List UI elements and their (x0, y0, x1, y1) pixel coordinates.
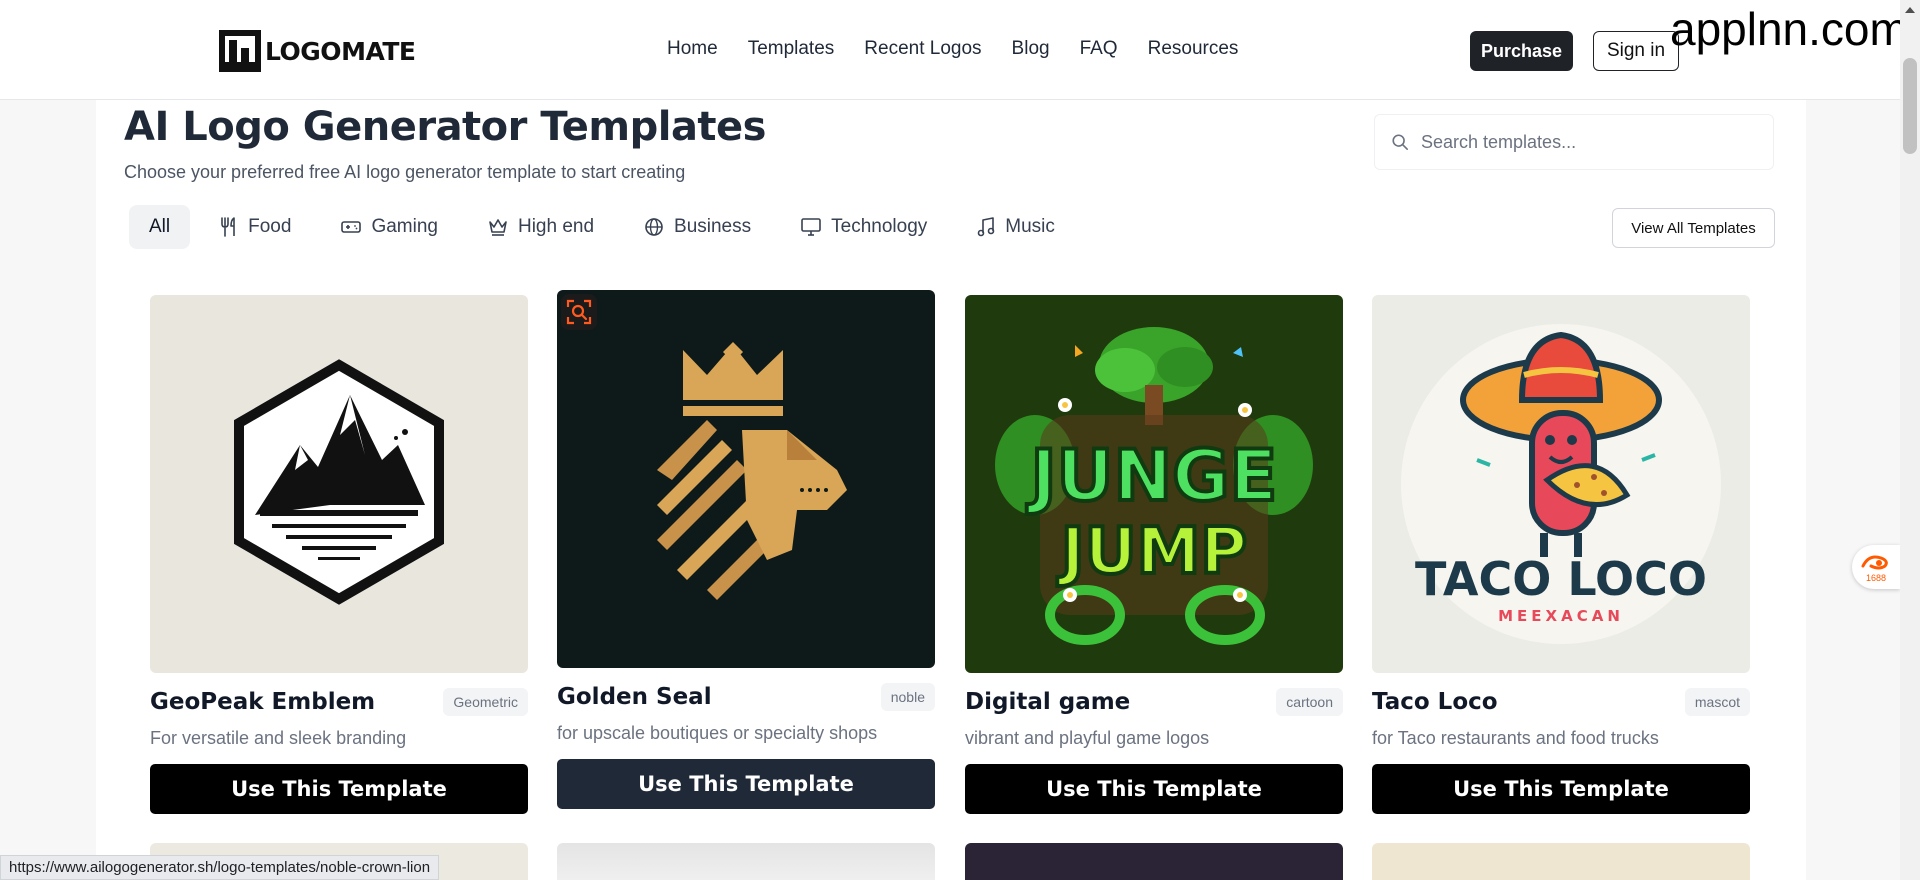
nav-resources[interactable]: Resources (1148, 38, 1239, 60)
template-preview-image[interactable] (557, 843, 935, 880)
template-card[interactable]: Golden Seal noble for upscale boutiques … (557, 290, 935, 809)
nav-templates[interactable]: Templates (748, 38, 835, 60)
template-preview-image[interactable] (965, 843, 1343, 880)
template-description: For versatile and sleek branding (150, 728, 407, 748)
scroll-up-arrow-icon[interactable] (1904, 4, 1916, 16)
template-tag-badge: mascot (1684, 688, 1750, 716)
nav-faq[interactable]: FAQ (1080, 38, 1118, 60)
globe-icon (645, 218, 663, 236)
template-tag-badge: Geometric (443, 688, 528, 716)
scrollbar-thumb[interactable] (1903, 58, 1917, 154)
game-logo-line2: JUMP (1057, 515, 1247, 589)
main-nav: Home Templates Recent Logos Blog FAQ Res… (667, 38, 1268, 60)
template-preview-image[interactable] (1372, 843, 1750, 880)
tab-label: Gaming (371, 216, 438, 237)
template-preview-image[interactable] (557, 290, 935, 668)
gamepad-icon (341, 221, 362, 233)
visual-search-icon (566, 299, 592, 325)
search-box[interactable] (1374, 114, 1774, 170)
use-template-button[interactable]: Use This Template (150, 764, 528, 814)
template-card[interactable]: TACO LOCO MEEXACAN Taco Loco mascot for … (1372, 295, 1750, 814)
status-bar-url: https://www.ailogogenerator.sh/logo-temp… (0, 855, 440, 880)
template-tag-badge: cartoon (1276, 688, 1343, 716)
view-all-templates-button[interactable]: View All Templates (1612, 208, 1775, 248)
tab-music[interactable]: Music (957, 205, 1075, 249)
tab-food[interactable]: Food (200, 205, 311, 249)
tab-technology[interactable]: Technology (781, 205, 947, 249)
tab-gaming[interactable]: Gaming (321, 205, 458, 249)
nav-blog[interactable]: Blog (1012, 38, 1050, 60)
template-description: for upscale boutiques or specialty shops (557, 723, 878, 743)
music-note-icon (977, 217, 995, 237)
tab-label: Food (248, 216, 292, 237)
search-input[interactable] (1421, 131, 1741, 153)
tab-all[interactable]: All (129, 205, 191, 249)
visual-search-button[interactable] (561, 294, 597, 330)
jungle-jump-logo-image: JUNGE JUMP (995, 327, 1313, 645)
template-card[interactable]: JUNGE JUMP Digital game cartoon vibrant … (965, 295, 1343, 814)
tab-high-end[interactable]: High end (468, 205, 614, 249)
side-badge-label: 1688 (1865, 572, 1887, 583)
template-description: for Taco restaurants and food trucks (1372, 728, 1659, 748)
template-title: GeoPeak Emblem (150, 689, 376, 715)
template-title: Golden Seal (557, 684, 712, 710)
nav-recent-logos[interactable]: Recent Logos (864, 38, 981, 60)
template-title: Digital game (965, 689, 1131, 715)
template-preview-image[interactable] (150, 295, 528, 673)
template-description: vibrant and playful game logos (965, 728, 1210, 748)
sign-in-button[interactable]: Sign in (1593, 31, 1679, 71)
floating-1688-widget[interactable]: 1688 (1852, 545, 1900, 589)
tab-label: Music (1005, 216, 1055, 237)
brand-name: LOGOMATE (265, 36, 416, 66)
template-title: Taco Loco (1372, 689, 1498, 715)
geopeak-logo-image (234, 359, 444, 605)
template-tag-badge: noble (880, 683, 935, 711)
taco-logo-line2: MEEXACAN (1498, 607, 1624, 625)
purchase-button[interactable]: Purchase (1470, 31, 1573, 71)
category-tabs: All Food Gaming High end Business Techno… (129, 205, 1085, 249)
tab-label: High end (517, 216, 595, 237)
template-preview-image[interactable]: JUNGE JUMP (965, 295, 1343, 673)
page-subtitle: Choose your preferred free AI logo gener… (124, 162, 686, 182)
use-template-button[interactable]: Use This Template (965, 764, 1343, 814)
page-title: AI Logo Generator Templates (124, 104, 767, 150)
utensils-icon (221, 217, 235, 237)
template-preview-image[interactable]: TACO LOCO MEEXACAN (1372, 295, 1750, 673)
game-logo-line1: JUNGE (1027, 435, 1278, 517)
taco-logo-line1: TACO LOCO (1415, 552, 1707, 606)
1688-logo-icon (1861, 555, 1888, 569)
use-template-button[interactable]: Use This Template (557, 759, 935, 809)
site-header: LOGOMATE Home Templates Recent Logos Blo… (0, 0, 1900, 100)
watermark-text: applnn.com (1670, 3, 1908, 55)
tab-label: Business (674, 216, 752, 237)
tab-label: All (149, 216, 171, 237)
taco-loco-logo-image: TACO LOCO MEEXACAN (1401, 324, 1721, 644)
template-card[interactable]: GeoPeak Emblem Geometric For versatile a… (150, 295, 528, 814)
crown-icon (489, 219, 507, 236)
brand-logo[interactable]: LOGOMATE (219, 30, 416, 72)
tab-business[interactable]: Business (624, 205, 771, 249)
logomate-mark-icon (219, 30, 261, 72)
search-icon (1392, 134, 1409, 151)
use-template-button[interactable]: Use This Template (1372, 764, 1750, 814)
golden-lion-logo-image (657, 342, 847, 600)
monitor-icon (801, 218, 821, 236)
tab-label: Technology (831, 216, 928, 237)
nav-home[interactable]: Home (667, 38, 718, 60)
